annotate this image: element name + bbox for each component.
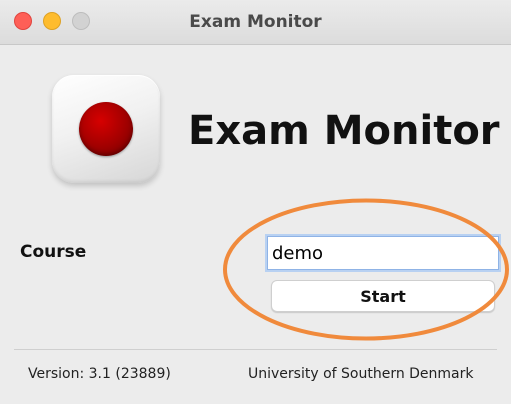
record-dot (79, 102, 133, 156)
organization-label: University of Southern Denmark (248, 366, 474, 382)
course-label: Course (20, 242, 87, 262)
app-title: Exam Monitor (188, 108, 500, 154)
course-input[interactable] (267, 236, 499, 270)
footer-divider (14, 349, 497, 350)
app-window: Exam Monitor Exam Monitor Course Start V… (0, 0, 511, 404)
start-button[interactable]: Start (271, 280, 495, 312)
version-label: Version: 3.1 (23889) (28, 366, 171, 382)
record-icon (52, 75, 160, 183)
window-title: Exam Monitor (189, 12, 322, 32)
title-bar[interactable]: Exam Monitor (0, 0, 511, 45)
